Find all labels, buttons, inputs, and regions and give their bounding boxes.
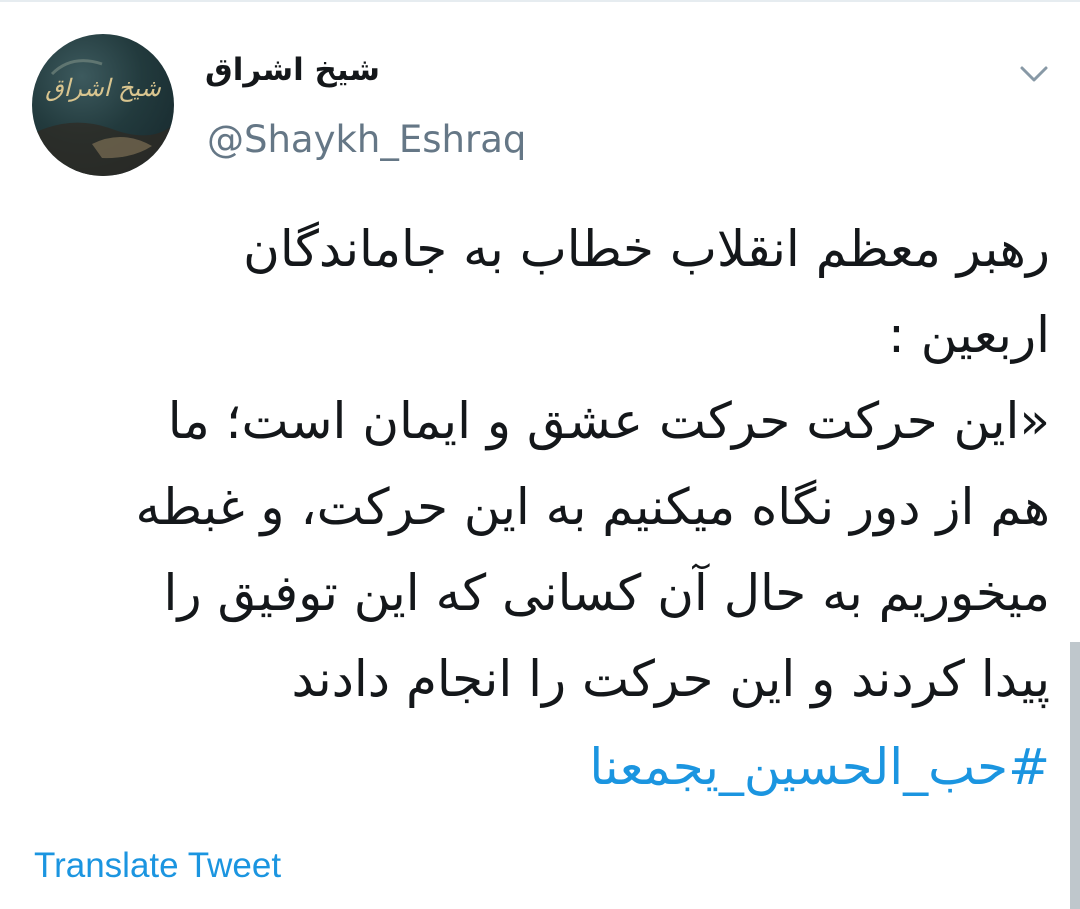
tweet-text-line: اربعین : [888,306,1050,364]
tweet-text-line: هم از دور نگاه میکنیم به این حرکت، و غبط… [135,478,1050,536]
tweet-text-line: «این حرکت حرکت عشق و ایمان است؛ ما [167,392,1050,450]
display-name[interactable]: شیخ اشراق [205,52,380,88]
tweet-text-line: پیدا کردند و این حرکت را انجام دادند [291,650,1050,708]
chevron-down-icon[interactable] [1016,60,1052,88]
tweet-text-line: رهبر معظم انقلاب خطاب به جاماندگان [243,220,1050,278]
top-divider [0,0,1080,2]
avatar[interactable]: شیخ اشراق [32,34,174,176]
scrollbar[interactable] [1070,642,1080,909]
hashtag-link[interactable]: #حب_الحسین_یجمعنا [100,724,1050,810]
translate-tweet-link[interactable]: Translate Tweet [34,846,281,886]
tweet-text: رهبر معظم انقلاب خطاب به جاماندگان اربعی… [100,206,1050,722]
user-handle[interactable]: @Shaykh_Eshraq [207,118,526,161]
tweet-text-line: میخوریم به حال آن کسانی که این توفیق را [163,564,1050,622]
avatar-image: شیخ اشراق [32,59,174,176]
avatar-calligraphy: شیخ اشراق [45,74,162,102]
